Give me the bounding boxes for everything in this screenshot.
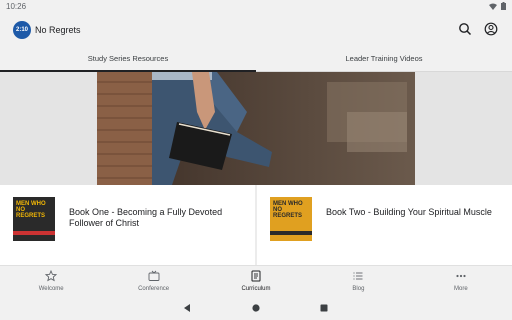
book-list: MEN WHO NO REGRETS Book One - Becoming a… xyxy=(0,185,512,265)
home-icon[interactable] xyxy=(251,303,261,313)
book-cover-title: MEN WHO NO REGRETS xyxy=(273,201,303,219)
bottom-navigation: Welcome Conference Curriculum Blog More xyxy=(0,265,512,297)
nav-curriculum[interactable]: Curriculum xyxy=(205,266,307,297)
status-time: 10:26 xyxy=(6,2,27,11)
book-icon xyxy=(251,270,261,282)
app-logo: 2:10 xyxy=(13,21,31,39)
system-navigation-bar xyxy=(0,297,512,320)
account-icon[interactable] xyxy=(484,22,498,36)
book-title: Book Two - Building Your Spiritual Muscl… xyxy=(326,207,492,217)
tab-bar: Study Series Resources Leader Training V… xyxy=(0,47,512,72)
tab-leader-training-videos[interactable]: Leader Training Videos xyxy=(256,47,512,71)
book-cover-title: MEN WHO NO REGRETS xyxy=(16,201,46,219)
book-card-two[interactable]: MEN WHO NO REGRETS Book Two - Building Y… xyxy=(257,185,512,265)
app-bar: 2:10 No Regrets xyxy=(0,13,512,47)
more-icon xyxy=(456,274,466,278)
tv-icon xyxy=(148,270,160,281)
book-title: Book One - Becoming a Fully Devoted Foll… xyxy=(69,207,223,228)
hero-image xyxy=(97,72,415,185)
battery-icon xyxy=(501,2,506,10)
back-icon[interactable] xyxy=(182,303,192,313)
list-icon xyxy=(353,272,363,280)
nav-label: Curriculum xyxy=(241,286,271,292)
tab-study-series-resources[interactable]: Study Series Resources xyxy=(0,47,256,72)
nav-label: Blog xyxy=(352,286,365,292)
status-icons xyxy=(489,2,506,10)
recents-icon[interactable] xyxy=(319,303,329,313)
star-icon xyxy=(45,270,58,282)
status-bar: 10:26 xyxy=(0,0,512,13)
nav-label: Conference xyxy=(138,286,170,292)
wifi-icon xyxy=(489,3,497,10)
search-icon[interactable] xyxy=(458,22,472,36)
nav-blog[interactable]: Blog xyxy=(307,266,409,297)
hero-banner xyxy=(0,72,512,185)
nav-welcome[interactable]: Welcome xyxy=(0,266,102,297)
book-cover-image: MEN WHO NO REGRETS xyxy=(270,197,312,241)
app-title: No Regrets xyxy=(35,25,81,35)
book-cover-image: MEN WHO NO REGRETS xyxy=(13,197,55,241)
app-actions xyxy=(458,22,498,36)
nav-more[interactable]: More xyxy=(410,266,512,297)
book-card-one[interactable]: MEN WHO NO REGRETS Book One - Becoming a… xyxy=(0,185,255,265)
nav-label: Welcome xyxy=(38,286,64,292)
nav-label: More xyxy=(453,286,468,292)
nav-conference[interactable]: Conference xyxy=(102,266,204,297)
